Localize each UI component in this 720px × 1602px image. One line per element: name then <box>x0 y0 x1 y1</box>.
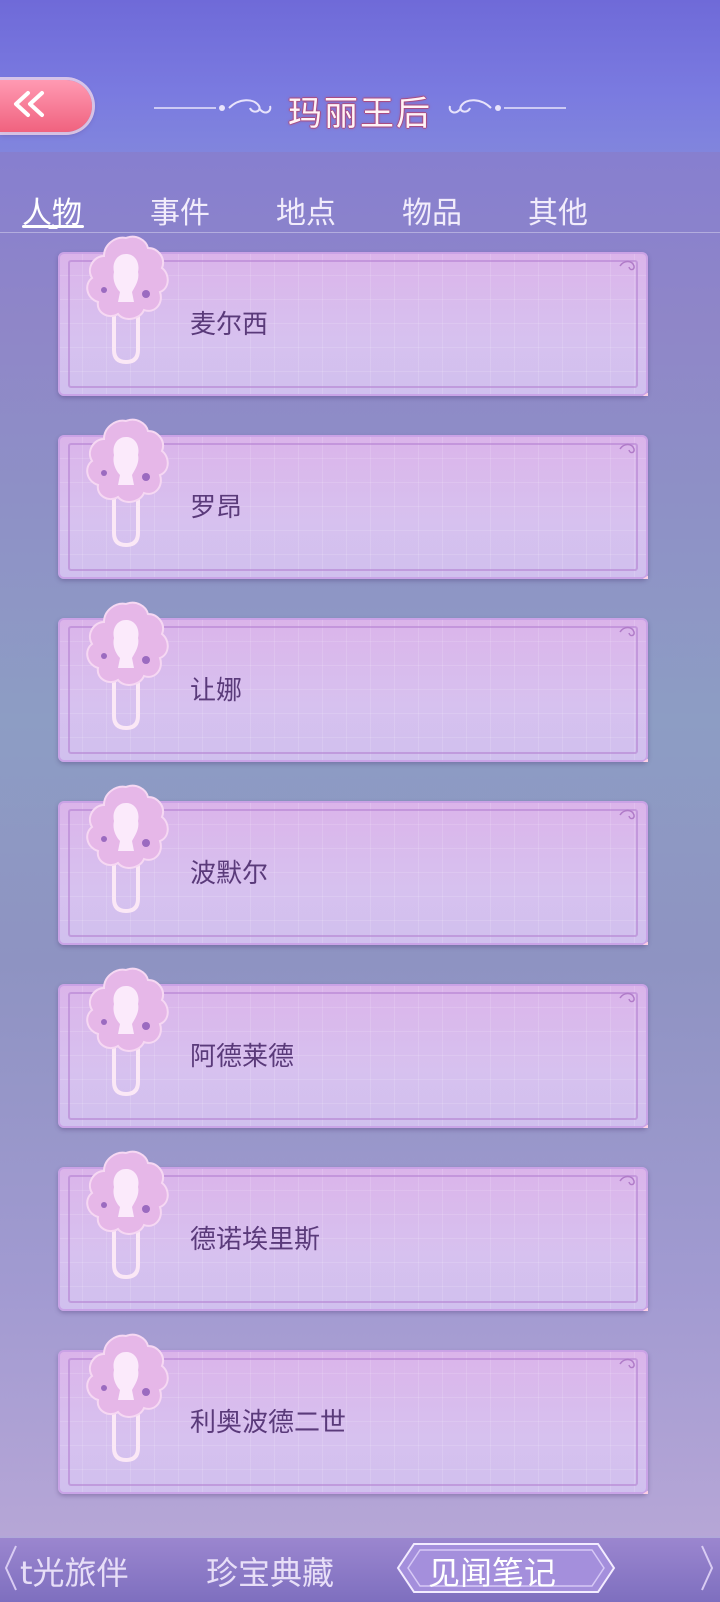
character-name: 利奥波德二世 <box>190 1408 347 1438</box>
nav-treasure-collection[interactable]: 珍宝典藏 <box>206 1548 334 1594</box>
tab-events[interactable]: 事件 <box>150 188 210 232</box>
ribbon-decoration <box>548 1056 648 1128</box>
tab-places[interactable]: 地点 <box>276 188 336 232</box>
character-name: 阿德莱德 <box>190 1042 295 1072</box>
portrait-clip-icon <box>86 784 169 914</box>
ribbon-decoration <box>548 1239 648 1311</box>
corner-ornament-icon <box>619 260 635 271</box>
nav-right-edge-icon <box>701 1545 714 1591</box>
portrait-clip-icon <box>86 601 169 731</box>
portrait-clip-icon <box>86 1333 169 1463</box>
corner-ornament-icon <box>619 1175 635 1186</box>
bottom-nav: t光旅伴 珍宝典藏 见闻笔记 <box>0 1536 720 1602</box>
tab-others[interactable]: 其他 <box>528 188 588 232</box>
character-name: 波默尔 <box>190 859 269 889</box>
corner-ornament-icon <box>619 443 635 454</box>
character-name: 罗昂 <box>190 493 243 523</box>
character-card[interactable]: 德诺埃里斯 <box>58 1150 648 1311</box>
portrait-clip-icon <box>86 235 169 365</box>
nav-left-edge-icon <box>4 1545 17 1591</box>
character-name: 让娜 <box>190 676 243 706</box>
title-area: 玛丽王后 <box>140 86 580 134</box>
character-card[interactable]: 罗昂 <box>58 418 648 579</box>
page-title: 玛丽王后 <box>288 93 432 134</box>
nav-travel-companion[interactable]: t光旅伴 <box>20 1548 129 1594</box>
character-name: 德诺埃里斯 <box>190 1225 321 1255</box>
ribbon-decoration <box>548 690 648 762</box>
portrait-clip-icon <box>86 967 169 1097</box>
double-chevron-left-icon <box>10 89 50 123</box>
character-card[interactable]: 阿德莱德 <box>58 967 648 1128</box>
ribbon-decoration <box>548 873 648 945</box>
left-ornament-icon <box>154 96 274 124</box>
ribbon-decoration <box>548 507 648 579</box>
corner-ornament-icon <box>619 809 635 820</box>
portrait-clip-icon <box>86 1150 169 1280</box>
category-tabs: 人物 事件 地点 物品 其他 <box>0 180 720 233</box>
character-card[interactable]: 利奥波德二世 <box>58 1333 648 1494</box>
right-ornament-icon <box>446 96 566 124</box>
character-card[interactable]: 让娜 <box>58 601 648 762</box>
character-card[interactable]: 波默尔 <box>58 784 648 945</box>
ribbon-decoration <box>548 1422 648 1494</box>
character-name: 麦尔西 <box>190 310 269 340</box>
nav-notes[interactable]: 见闻笔记 <box>428 1548 556 1594</box>
top-bar: 玛丽王后 <box>0 0 720 152</box>
corner-ornament-icon <box>619 1358 635 1369</box>
back-button[interactable] <box>0 80 92 132</box>
corner-ornament-icon <box>619 626 635 637</box>
ribbon-decoration <box>548 324 648 396</box>
tab-items[interactable]: 物品 <box>402 188 462 232</box>
corner-ornament-icon <box>619 992 635 1003</box>
active-tab-indicator <box>22 224 84 229</box>
portrait-clip-icon <box>86 418 169 548</box>
character-card[interactable]: 麦尔西 <box>58 235 648 396</box>
